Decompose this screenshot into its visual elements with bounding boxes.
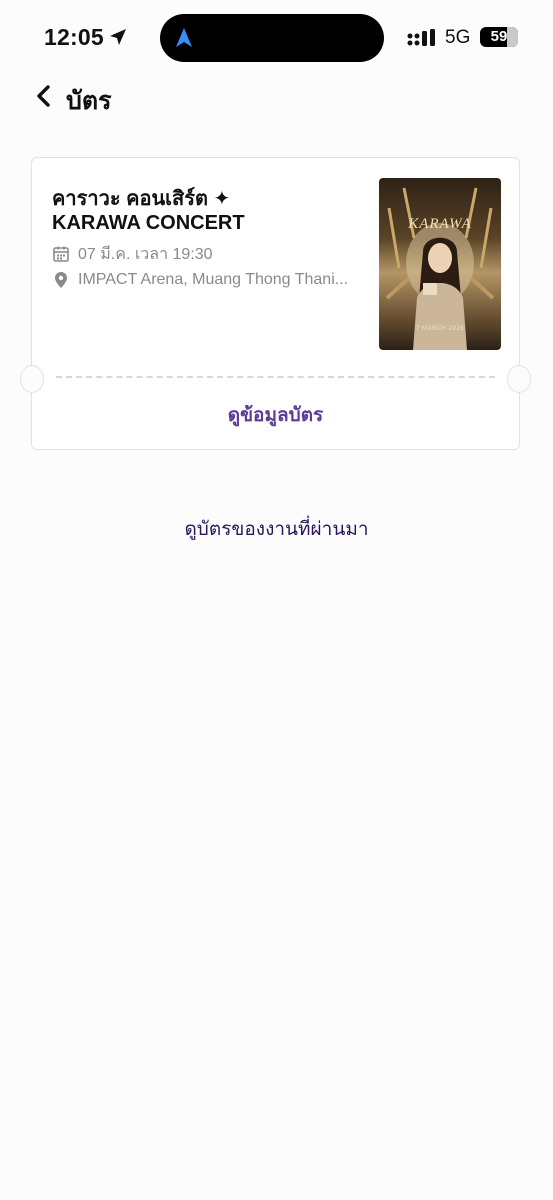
ticket-notch-left	[20, 365, 44, 393]
ticket-perforation	[56, 376, 495, 378]
location-pin-icon	[55, 272, 67, 288]
event-title-thai: คาราวะ คอนเสิร์ต ✦	[52, 188, 231, 210]
event-venue-row: IMPACT Arena, Muang Thong Thani...	[52, 270, 348, 290]
past-events-link[interactable]: ดูบัตรของงานที่ผ่านมา	[0, 514, 553, 544]
navigation-arrow-icon	[176, 28, 192, 47]
event-title-english: KARAWA CONCERT	[52, 212, 245, 234]
location-arrow-icon	[110, 29, 126, 45]
calendar-icon	[53, 246, 69, 262]
back-chevron-icon[interactable]	[30, 80, 60, 112]
battery-level: 59	[490, 28, 508, 45]
battery-icon: 59	[480, 27, 518, 47]
event-venue: IMPACT Arena, Muang Thong Thani...	[78, 271, 349, 288]
signal-icon	[407, 29, 435, 46]
poster-brand-text: KARAWA	[408, 216, 472, 232]
poster-date-text: 7 MARCH 2026	[415, 326, 465, 332]
event-poster: KARAWA 7 MARCH 2026	[379, 178, 501, 350]
poster-artwork	[385, 187, 495, 350]
ticket-card[interactable]: คาราวะ คอนเสิร์ต ✦ KARAWA CONCERT 07 มี.…	[20, 157, 531, 450]
ticket-notch-right	[507, 365, 531, 393]
event-date: 07 มี.ค. เวลา 19:30	[78, 245, 213, 263]
event-date-row: 07 มี.ค. เวลา 19:30	[52, 244, 213, 264]
status-time: 12:05	[44, 24, 104, 50]
status-bar: 12:05 5G 59	[0, 0, 553, 72]
page-title: บัตร	[66, 87, 112, 115]
network-type: 5G	[445, 27, 471, 48]
view-ticket-button[interactable]: ดูข้อมูลบัตร	[32, 400, 519, 430]
